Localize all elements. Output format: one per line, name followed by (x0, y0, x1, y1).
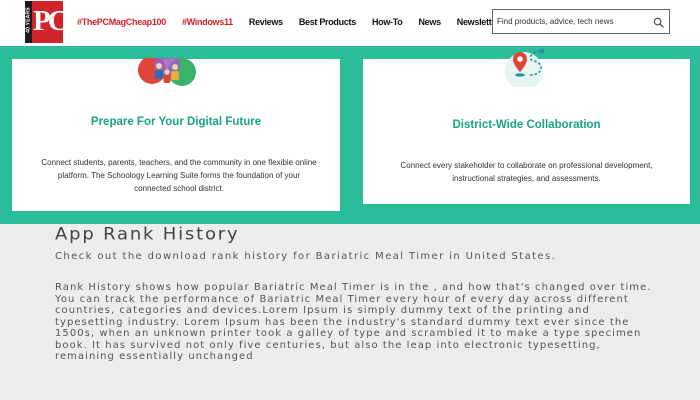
map-pin-route-icon (505, 48, 545, 87)
logo-text: PC (33, 5, 63, 37)
nav-item-best-products[interactable]: Best Products (299, 17, 356, 27)
search-input[interactable] (497, 14, 647, 29)
pcmag-logo[interactable]: 40 YEARS PC (25, 1, 63, 43)
card-description: Connect every stakeholder to collaborate… (400, 161, 653, 183)
section-title: App Rank History (55, 225, 240, 245)
logo-years-strip: 40 YEARS (25, 1, 32, 43)
community-circles-icon (138, 58, 196, 86)
nav-item-news[interactable]: News (418, 17, 441, 27)
search-icon[interactable] (653, 17, 664, 28)
search-box[interactable] (492, 9, 670, 34)
nav-item-cheap100[interactable]: #ThePCMagCheap100 (77, 17, 166, 27)
nav-item-how-to[interactable]: How-To (372, 17, 403, 27)
main-nav: #ThePCMagCheap100 #Windows11 Reviews Bes… (77, 17, 520, 27)
logo-years-text: 40 YEARS (25, 7, 32, 33)
rank-history-body: Rank History shows how popular Bariatric… (55, 282, 652, 362)
nav-item-windows11[interactable]: #Windows11 (182, 17, 233, 27)
site-header: 40 YEARS PC #ThePCMagCheap100 #Windows11… (0, 0, 700, 46)
card-title: District-Wide Collaboration (452, 119, 601, 131)
rank-history-intro: Check out the download rank history for … (55, 251, 557, 262)
nav-item-reviews[interactable]: Reviews (249, 17, 283, 27)
card-description: Connect students, parents, teachers, and… (41, 158, 317, 193)
card-title: Prepare For Your Digital Future (90, 116, 262, 128)
